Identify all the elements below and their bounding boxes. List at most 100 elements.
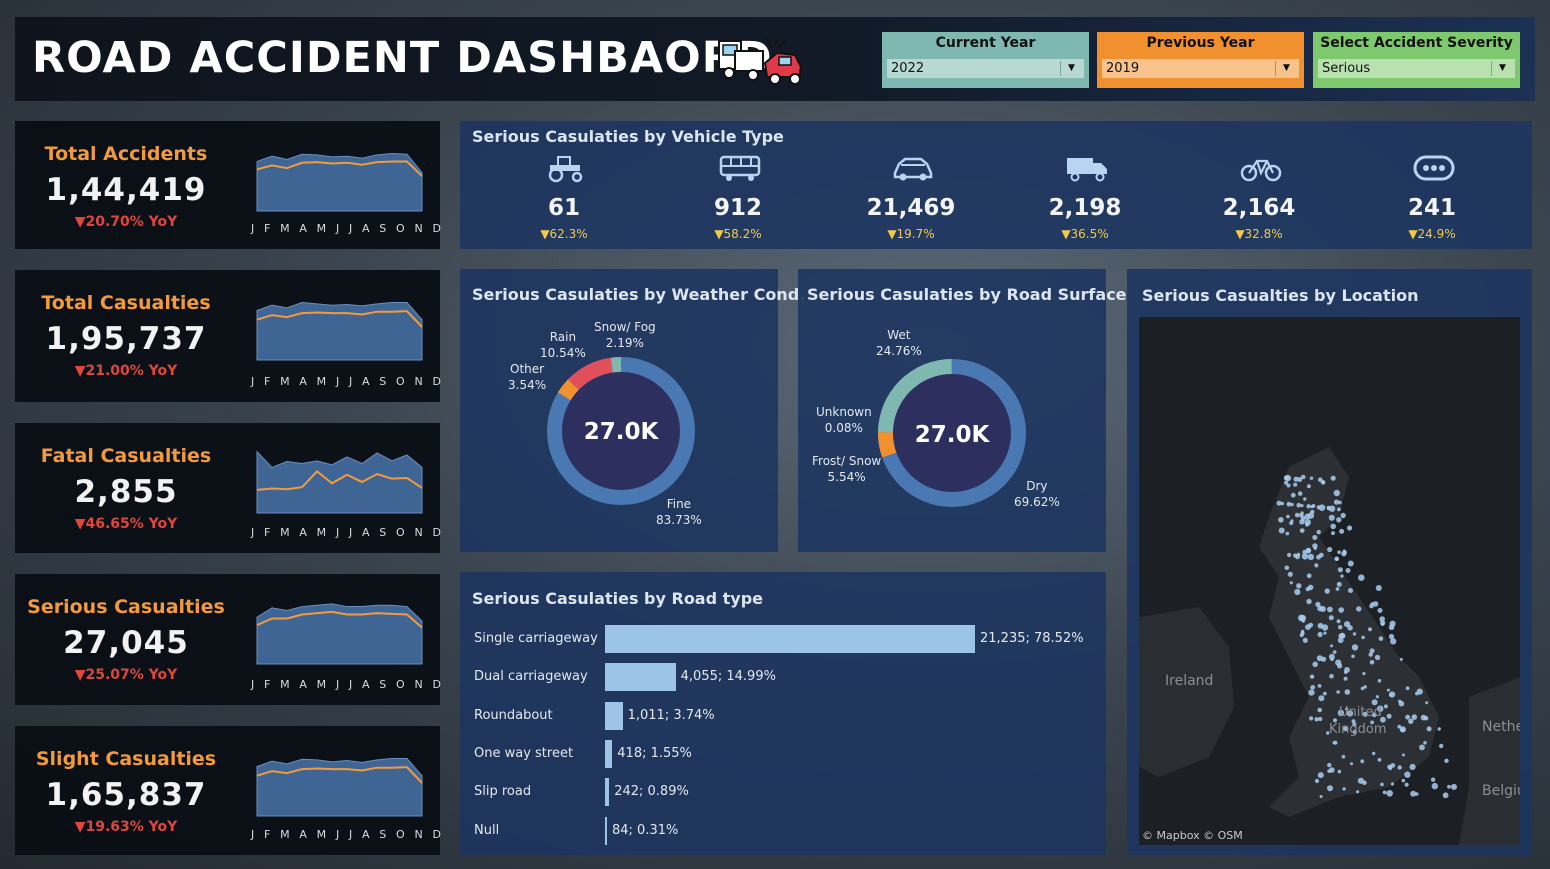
chevron-down-icon[interactable]: ▼ [1491, 61, 1513, 76]
accident-location-dot [1390, 638, 1397, 645]
accident-location-dot [1284, 474, 1292, 482]
month-tick-label: M [280, 526, 290, 539]
accident-location-dot [1317, 684, 1322, 688]
accident-location-dot [1314, 563, 1319, 568]
accident-location-dot [1347, 525, 1353, 531]
severity-value: Serious [1322, 61, 1371, 76]
vehicle-yoy: ▼19.7% [887, 227, 935, 241]
accident-location-dot [1290, 492, 1296, 498]
severity-filter[interactable]: Select Accident Severity Serious ▼ [1313, 32, 1520, 88]
surface-label-unknown: Unknown 0.08% [816, 405, 872, 435]
map-label-kingdom: Kingdom [1329, 722, 1387, 737]
accident-location-dot [1340, 574, 1344, 578]
month-tick-label: A [361, 678, 370, 691]
accident-location-dot [1337, 637, 1344, 644]
month-tick-label: O [396, 828, 405, 841]
kpi-yoy: ▼21.00% YoY [74, 363, 178, 379]
month-tick-label: M [316, 526, 327, 539]
location-panel-title: Serious Casualties by Location [1142, 286, 1419, 305]
accident-location-dot [1415, 691, 1419, 696]
accident-location-dot [1308, 689, 1315, 696]
accident-location-dot [1425, 701, 1429, 705]
road-type-bar[interactable] [605, 816, 607, 845]
kpi-sparkline [256, 758, 423, 817]
accident-location-dot [1437, 727, 1441, 731]
road-type-bar[interactable] [605, 663, 676, 692]
vehicle-item: 61 ▼62.3% [477, 121, 651, 249]
accident-location-dot [1309, 716, 1314, 721]
road-type-bar[interactable] [605, 625, 975, 653]
road-accident-logo-icon [718, 36, 803, 85]
accident-location-dot [1444, 758, 1449, 763]
page-title: ROAD ACCIDENT DASHBAORD [32, 33, 773, 83]
month-tick-label: D [432, 678, 441, 691]
current-year-filter[interactable]: Current Year 2022 ▼ [882, 32, 1089, 88]
accident-location-dot [1390, 782, 1395, 786]
kpi-value: 27,045 [63, 625, 189, 661]
accident-location-dot [1314, 778, 1320, 784]
month-tick-label: A [361, 828, 370, 841]
accident-location-dot [1431, 782, 1438, 790]
surface-label-wet: Wet 24.76% [876, 328, 922, 358]
month-tick-label: N [414, 222, 423, 235]
accident-location-dot [1321, 624, 1329, 631]
kpi-sparkline [256, 153, 423, 212]
month-tick-label: O [396, 222, 405, 235]
accident-location-dot [1375, 585, 1382, 591]
previous-year-select[interactable]: 2019 ▼ [1102, 59, 1299, 78]
accident-location-dot [1284, 565, 1290, 571]
accident-location-dot [1307, 553, 1315, 561]
kpi-month-axis: JFMAMJJASOND [251, 678, 441, 691]
accident-location-dot [1361, 635, 1365, 640]
accident-location-dot [1314, 717, 1319, 722]
accident-location-dot [1309, 674, 1315, 679]
vehicle-item: 2,164 ▼32.8% [1172, 121, 1346, 249]
accident-location-dot [1328, 514, 1335, 521]
accident-location-dot [1330, 523, 1336, 530]
chevron-down-icon[interactable]: ▼ [1060, 61, 1082, 76]
month-tick-label: D [432, 828, 441, 841]
uk-map[interactable]: Ireland United Kingdom Nethe Belgiu © Ma… [1139, 317, 1520, 845]
kpi-title: Total Casualties [41, 292, 211, 314]
accident-location-dot [1343, 676, 1348, 681]
accident-location-dot [1280, 501, 1285, 506]
month-tick-label: J [348, 526, 353, 539]
accident-location-dot [1309, 476, 1314, 480]
month-tick-label: O [396, 526, 405, 539]
road-type-bar[interactable] [605, 778, 610, 807]
month-tick-label: O [396, 678, 405, 691]
accident-location-dot [1324, 588, 1330, 594]
month-tick-label: M [316, 375, 327, 388]
month-tick-label: M [316, 222, 327, 235]
accident-location-dot [1336, 517, 1342, 523]
accident-location-dot [1397, 765, 1402, 770]
month-tick-label: M [316, 678, 327, 691]
accident-location-dot [1347, 560, 1354, 567]
vehicle-yoy: ▼32.8% [1235, 227, 1283, 241]
kpi-title: Serious Casualties [27, 596, 225, 618]
dashboard-header: ROAD ACCIDENT DASHBAORD Current Year 202… [15, 17, 1535, 101]
road-type-value: 21,235; 78.52% [980, 631, 1084, 646]
month-tick-label: J [251, 678, 255, 691]
month-tick-label: J [251, 222, 255, 235]
accident-location-dot [1390, 763, 1396, 768]
chevron-down-icon[interactable]: ▼ [1275, 61, 1297, 76]
road-type-bar[interactable] [605, 701, 623, 730]
month-tick-label: N [414, 526, 423, 539]
month-tick-label: A [299, 828, 307, 841]
road-type-value: 242; 0.89% [614, 784, 689, 800]
accident-location-dot [1317, 772, 1324, 779]
accident-location-dot [1295, 554, 1300, 560]
accident-location-dot [1318, 504, 1326, 511]
current-year-select[interactable]: 2022 ▼ [887, 59, 1084, 78]
kpi-title: Total Accidents [44, 143, 208, 165]
month-tick-label: A [361, 526, 370, 539]
accident-location-dot [1351, 644, 1359, 651]
accident-location-dot [1310, 685, 1316, 690]
road-type-row: Null 84; 0.31% [460, 816, 1100, 846]
previous-year-filter[interactable]: Previous Year 2019 ▼ [1097, 32, 1304, 88]
severity-select[interactable]: Serious ▼ [1318, 59, 1515, 78]
road-type-bar[interactable] [605, 739, 613, 768]
truck-icon [1065, 153, 1109, 183]
kpi-month-axis: JFMAMJJASOND [251, 375, 441, 388]
